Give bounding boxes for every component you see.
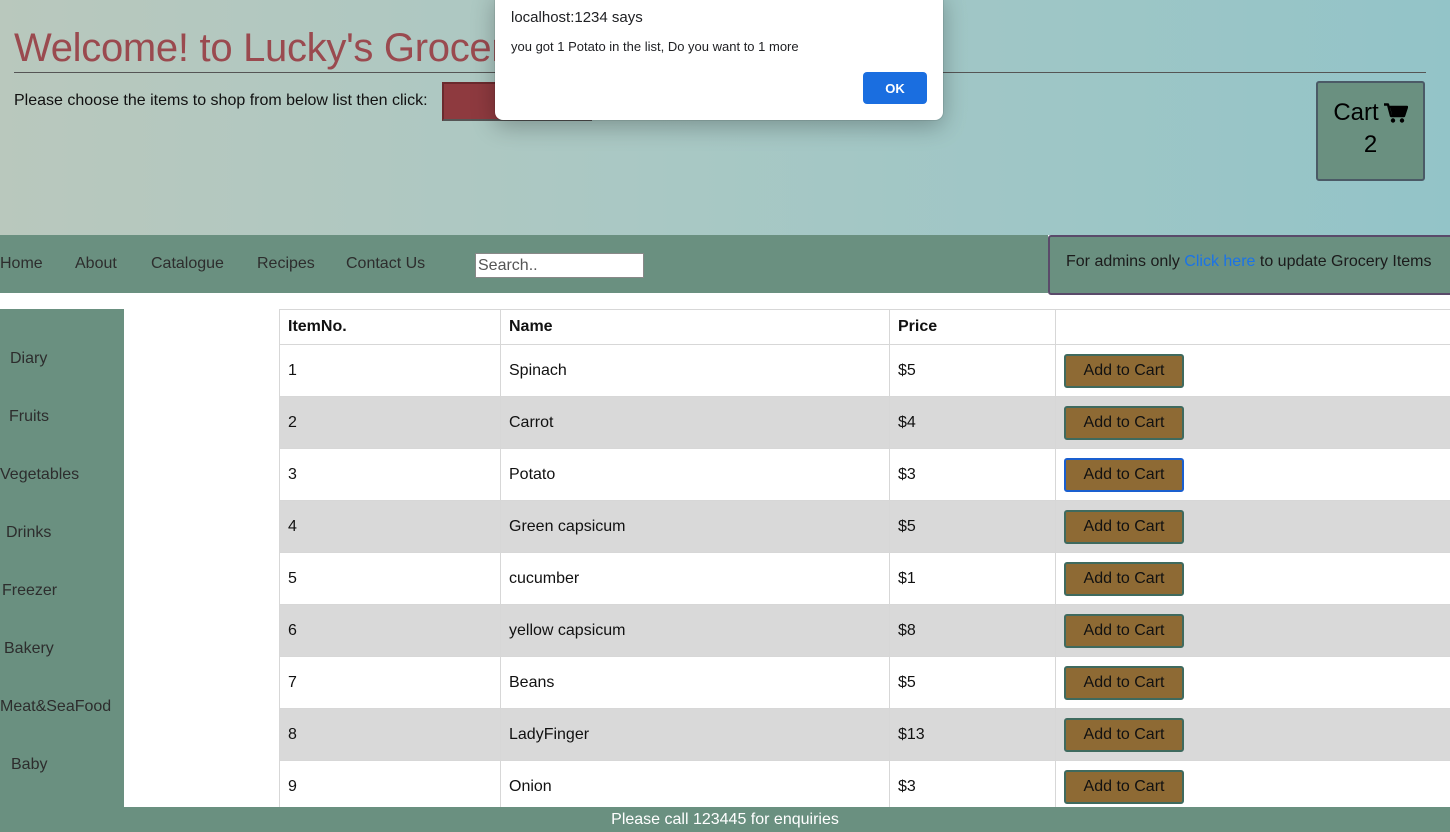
cart-count: 2 — [1363, 131, 1378, 158]
sidebar-item-freezer[interactable]: Freezer — [2, 582, 57, 600]
item-action: Add to Cart — [1055, 656, 1450, 709]
table-row: 9 Onion $3 Add to Cart — [279, 760, 1450, 813]
item-price: $3 — [889, 760, 1056, 813]
add-to-cart-button[interactable]: Add to Cart — [1064, 717, 1184, 752]
item-name: LadyFinger — [500, 708, 890, 761]
sidebar-item-diary[interactable]: Diary — [10, 350, 47, 368]
item-no: 4 — [279, 500, 501, 553]
item-price: $5 — [889, 344, 1056, 397]
items-table: ItemNo. Name Price 1 Spinach $5 Add to C… — [279, 309, 1450, 813]
sidebar-item-vegetables[interactable]: Vegetables — [0, 466, 79, 484]
item-no: 3 — [279, 448, 501, 501]
sidebar-item-drinks[interactable]: Drinks — [6, 524, 51, 542]
nav-recipes[interactable]: Recipes — [257, 255, 315, 273]
sidebar-item-fruits[interactable]: Fruits — [9, 408, 49, 426]
items-table-wrapper: ItemNo. Name Price 1 Spinach $5 Add to C… — [279, 309, 1450, 813]
item-name: Potato — [500, 448, 890, 501]
item-name: Green capsicum — [500, 500, 890, 553]
header-name: Name — [500, 309, 890, 345]
table-row: 3 Potato $3 Add to Cart — [279, 448, 1450, 501]
add-to-cart-button[interactable]: Add to Cart — [1064, 561, 1184, 596]
table-row: 1 Spinach $5 Add to Cart — [279, 344, 1450, 397]
item-no: 8 — [279, 708, 501, 761]
nav-home[interactable]: Home — [0, 255, 43, 273]
table-row: 6 yellow capsicum $8 Add to Cart — [279, 604, 1450, 657]
item-no: 7 — [279, 656, 501, 709]
header-action — [1055, 309, 1450, 345]
item-name: Beans — [500, 656, 890, 709]
search-input[interactable] — [475, 253, 644, 278]
shop-instruction: Please choose the items to shop from bel… — [14, 92, 428, 109]
item-no: 5 — [279, 552, 501, 605]
table-header-row: ItemNo. Name Price — [279, 309, 1450, 345]
add-to-cart-button[interactable]: Add to Cart — [1064, 353, 1184, 388]
top-nav: Home About Catalogue Recipes Contact Us — [0, 235, 1048, 293]
item-price: $1 — [889, 552, 1056, 605]
item-action: Add to Cart — [1055, 448, 1450, 501]
item-action: Add to Cart — [1055, 396, 1450, 449]
item-name: Onion — [500, 760, 890, 813]
add-to-cart-button[interactable]: Add to Cart — [1064, 509, 1184, 544]
item-no: 6 — [279, 604, 501, 657]
nav-catalogue[interactable]: Catalogue — [151, 255, 224, 273]
table-row: 4 Green capsicum $5 Add to Cart — [279, 500, 1450, 553]
admin-prefix: For admins only — [1066, 253, 1180, 270]
cart-label-row: Cart — [1318, 99, 1423, 127]
sidebar-item-meat-seafood[interactable]: Meat&SeaFood — [0, 698, 111, 716]
nav-about[interactable]: About — [75, 255, 117, 273]
item-price: $8 — [889, 604, 1056, 657]
item-action: Add to Cart — [1055, 344, 1450, 397]
dialog-ok-button[interactable]: OK — [863, 72, 927, 104]
item-price: $5 — [889, 656, 1056, 709]
add-to-cart-button[interactable]: Add to Cart — [1064, 457, 1184, 492]
item-action: Add to Cart — [1055, 760, 1450, 813]
admin-update-link[interactable]: Click here — [1184, 253, 1255, 270]
cart-label: Cart — [1333, 99, 1379, 126]
add-to-cart-button[interactable]: Add to Cart — [1064, 665, 1184, 700]
header-price: Price — [889, 309, 1056, 345]
item-name: Carrot — [500, 396, 890, 449]
dialog-title: localhost:1234 says — [511, 9, 643, 26]
item-name: yellow capsicum — [500, 604, 890, 657]
table-row: 5 cucumber $1 Add to Cart — [279, 552, 1450, 605]
admin-notice: For admins only Click here to update Gro… — [1048, 235, 1450, 295]
table-row: 7 Beans $5 Add to Cart — [279, 656, 1450, 709]
category-sidebar: Diary Fruits Vegetables Drinks Freezer B… — [0, 309, 124, 807]
admin-suffix: to update Grocery Items — [1259, 253, 1432, 270]
item-price: $13 — [889, 708, 1056, 761]
page-title: Welcome! to Lucky's Grocer — [14, 26, 505, 70]
item-name: Spinach — [500, 344, 890, 397]
sidebar-item-bakery[interactable]: Bakery — [4, 640, 54, 658]
item-action: Add to Cart — [1055, 708, 1450, 761]
cart-button[interactable]: Cart 2 — [1316, 81, 1425, 181]
nav-contact-us[interactable]: Contact Us — [346, 255, 425, 273]
table-row: 8 LadyFinger $13 Add to Cart — [279, 708, 1450, 761]
table-row: 2 Carrot $4 Add to Cart — [279, 396, 1450, 449]
footer: Please call 123445 for enquiries — [0, 807, 1450, 832]
add-to-cart-button[interactable]: Add to Cart — [1064, 769, 1184, 804]
header-item-no: ItemNo. — [279, 309, 501, 345]
item-price: $4 — [889, 396, 1056, 449]
item-action: Add to Cart — [1055, 500, 1450, 553]
item-name: cucumber — [500, 552, 890, 605]
shopping-cart-icon — [1383, 102, 1408, 123]
dialog-message: you got 1 Potato in the list, Do you wan… — [511, 39, 799, 54]
item-no: 2 — [279, 396, 501, 449]
item-no: 9 — [279, 760, 501, 813]
add-to-cart-button[interactable]: Add to Cart — [1064, 405, 1184, 440]
alert-dialog: localhost:1234 says you got 1 Potato in … — [495, 0, 943, 120]
item-action: Add to Cart — [1055, 552, 1450, 605]
item-price: $3 — [889, 448, 1056, 501]
item-action: Add to Cart — [1055, 604, 1450, 657]
grocery-page: Welcome! to Lucky's Grocer Please choose… — [0, 0, 1450, 832]
sidebar-item-baby[interactable]: Baby — [11, 756, 47, 774]
item-price: $5 — [889, 500, 1056, 553]
add-to-cart-button[interactable]: Add to Cart — [1064, 613, 1184, 648]
item-no: 1 — [279, 344, 501, 397]
